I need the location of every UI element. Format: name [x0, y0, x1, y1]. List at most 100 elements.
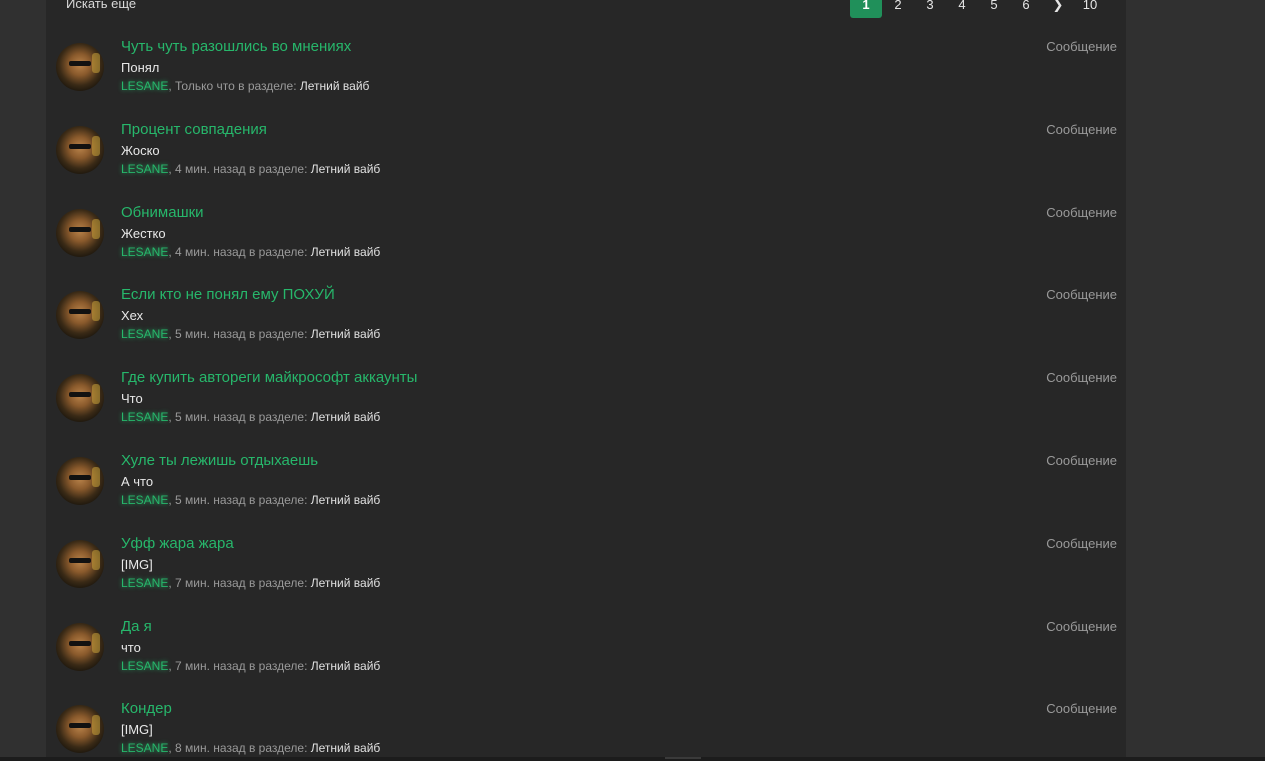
forum-link[interactable]: Летний вайб [311, 576, 381, 590]
result-type: Сообщение [1046, 370, 1117, 386]
result-meta: LESANE, 5 мин. назад в разделе: Летний в… [121, 492, 381, 507]
in-section-label: в разделе: [245, 741, 311, 756]
avatar[interactable] [56, 622, 104, 671]
result-title[interactable]: Да я [121, 617, 152, 637]
author-link[interactable]: LESANE [121, 659, 168, 673]
author-link[interactable]: LESANE [121, 410, 168, 424]
result-title[interactable]: Уфф жара жара [121, 534, 234, 554]
avatar[interactable] [56, 208, 104, 257]
avatar[interactable] [56, 456, 104, 505]
result-title[interactable]: Кондер [121, 699, 172, 719]
result-title[interactable]: Если кто не понял ему ПОХУЙ [121, 285, 335, 305]
author-link[interactable]: LESANE [121, 741, 168, 755]
forum-link[interactable]: Летний вайб [311, 327, 381, 341]
result-type: Сообщение [1046, 452, 1117, 468]
result-time: 4 мин. назад [175, 244, 246, 259]
forum-link[interactable]: Летний вайб [300, 79, 370, 93]
result-item: Где купить автореги майкрософт аккаунты … [46, 364, 1126, 447]
result-time: 5 мин. назад [175, 327, 246, 342]
result-item: Уфф жара жара [IMG] LESANE, 7 мин. назад… [46, 530, 1126, 613]
avatar[interactable] [56, 539, 104, 588]
result-item: Хуле ты лежишь отдыхаешь А что LESANE, 5… [46, 447, 1126, 530]
result-snippet: Хех [121, 308, 144, 324]
page-6-button[interactable]: 6 [1010, 0, 1042, 18]
result-meta: LESANE, 5 мин. назад в разделе: Летний в… [121, 327, 381, 342]
page-5-button[interactable]: 5 [978, 0, 1010, 18]
result-item: Обнимашки Жестко LESANE, 4 мин. назад в … [46, 199, 1126, 282]
search-results-panel: Искать еще 1 2 3 4 5 6 ❯ 10 Чуть чуть ра… [46, 0, 1126, 761]
author-link[interactable]: LESANE [121, 162, 168, 176]
result-time: Только что [175, 79, 235, 93]
result-item: Кондер [IMG] LESANE, 8 мин. назад в разд… [46, 695, 1126, 761]
result-title[interactable]: Хуле ты лежишь отдыхаешь [121, 451, 318, 471]
result-snippet: Жоско [121, 142, 160, 158]
result-meta: LESANE, 4 мин. назад в разделе: Летний в… [121, 161, 381, 176]
result-time: 7 мин. назад [175, 658, 246, 673]
result-meta: LESANE, 5 мин. назад в разделе: Летний в… [121, 410, 381, 425]
result-time: 7 мин. назад [175, 575, 246, 590]
result-snippet: Что [121, 391, 143, 407]
forum-link[interactable]: Летний вайб [311, 493, 381, 507]
result-type: Сообщение [1046, 535, 1117, 551]
result-title[interactable]: Где купить автореги майкрософт аккаунты [121, 368, 417, 388]
pagination: 1 2 3 4 5 6 ❯ 10 [850, 0, 1106, 18]
page-1-button[interactable]: 1 [850, 0, 882, 18]
result-title[interactable]: Чуть чуть разошлись во мнениях [121, 37, 351, 57]
in-section-label: в разделе: [245, 410, 311, 425]
result-item: Да я что LESANE, 7 мин. назад в разделе:… [46, 613, 1126, 696]
avatar[interactable] [56, 291, 104, 340]
forum-link[interactable]: Летний вайб [311, 741, 381, 755]
result-time: 8 мин. назад [175, 741, 246, 756]
result-item: Процент совпадения Жоско LESANE, 4 мин. … [46, 116, 1126, 199]
result-snippet: Понял [121, 60, 160, 75]
result-time: 5 мин. назад [175, 492, 246, 507]
result-item: Если кто не понял ему ПОХУЙ Хех LESANE, … [46, 281, 1126, 364]
forum-link[interactable]: Летний вайб [311, 162, 381, 176]
page-4-button[interactable]: 4 [946, 0, 978, 18]
result-time: 5 мин. назад [175, 410, 246, 425]
page-last-button[interactable]: 10 [1074, 0, 1106, 18]
author-link[interactable]: LESANE [121, 576, 168, 590]
avatar[interactable] [56, 705, 104, 754]
window-bottom-bar [0, 757, 1265, 761]
result-meta: LESANE, 7 мин. назад в разделе: Летний в… [121, 575, 381, 590]
in-section-label: в разделе: [245, 658, 311, 673]
in-section-label: в разделе: [245, 327, 311, 342]
in-section-label: в разделе: [245, 492, 311, 507]
author-link[interactable]: LESANE [121, 493, 168, 507]
search-more-link[interactable]: Искать еще [66, 0, 136, 14]
author-link[interactable]: LESANE [121, 245, 168, 259]
result-meta: LESANE, 4 мин. назад в разделе: Летний в… [121, 244, 381, 259]
result-type: Сообщение [1046, 39, 1117, 54]
result-snippet: Жестко [121, 225, 166, 241]
avatar[interactable] [56, 125, 104, 174]
forum-link[interactable]: Летний вайб [311, 245, 381, 259]
chevron-right-icon[interactable]: ❯ [1042, 0, 1074, 18]
avatar[interactable] [56, 374, 104, 423]
result-meta: LESANE, Только что в разделе: Летний вай… [121, 79, 370, 93]
forum-link[interactable]: Летний вайб [311, 659, 381, 673]
result-snippet: А что [121, 473, 154, 489]
author-link[interactable]: LESANE [121, 79, 168, 93]
result-title[interactable]: Процент совпадения [121, 120, 267, 140]
scroll-handle[interactable] [665, 757, 701, 759]
result-type: Сообщение [1046, 204, 1117, 220]
results-list: Чуть чуть разошлись во мнениях Понял LES… [46, 33, 1126, 761]
page-2-button[interactable]: 2 [882, 0, 914, 18]
result-item: Чуть чуть разошлись во мнениях Понял LES… [46, 33, 1126, 116]
results-toolbar: Искать еще 1 2 3 4 5 6 ❯ 10 [46, 0, 1126, 20]
in-section-label: в разделе: [245, 575, 311, 590]
result-type: Сообщение [1046, 121, 1117, 137]
avatar[interactable] [56, 43, 104, 91]
page: Искать еще 1 2 3 4 5 6 ❯ 10 Чуть чуть ра… [0, 0, 1265, 761]
result-snippet: что [121, 639, 141, 655]
result-title[interactable]: Обнимашки [121, 203, 204, 223]
result-type: Сообщение [1046, 701, 1117, 717]
in-section-label: в разделе: [245, 244, 311, 259]
result-time: 4 мин. назад [175, 161, 246, 176]
author-link[interactable]: LESANE [121, 327, 168, 341]
result-type: Сообщение [1046, 618, 1117, 634]
forum-link[interactable]: Летний вайб [311, 410, 381, 424]
in-section-label: в разделе: [245, 161, 311, 176]
page-3-button[interactable]: 3 [914, 0, 946, 18]
